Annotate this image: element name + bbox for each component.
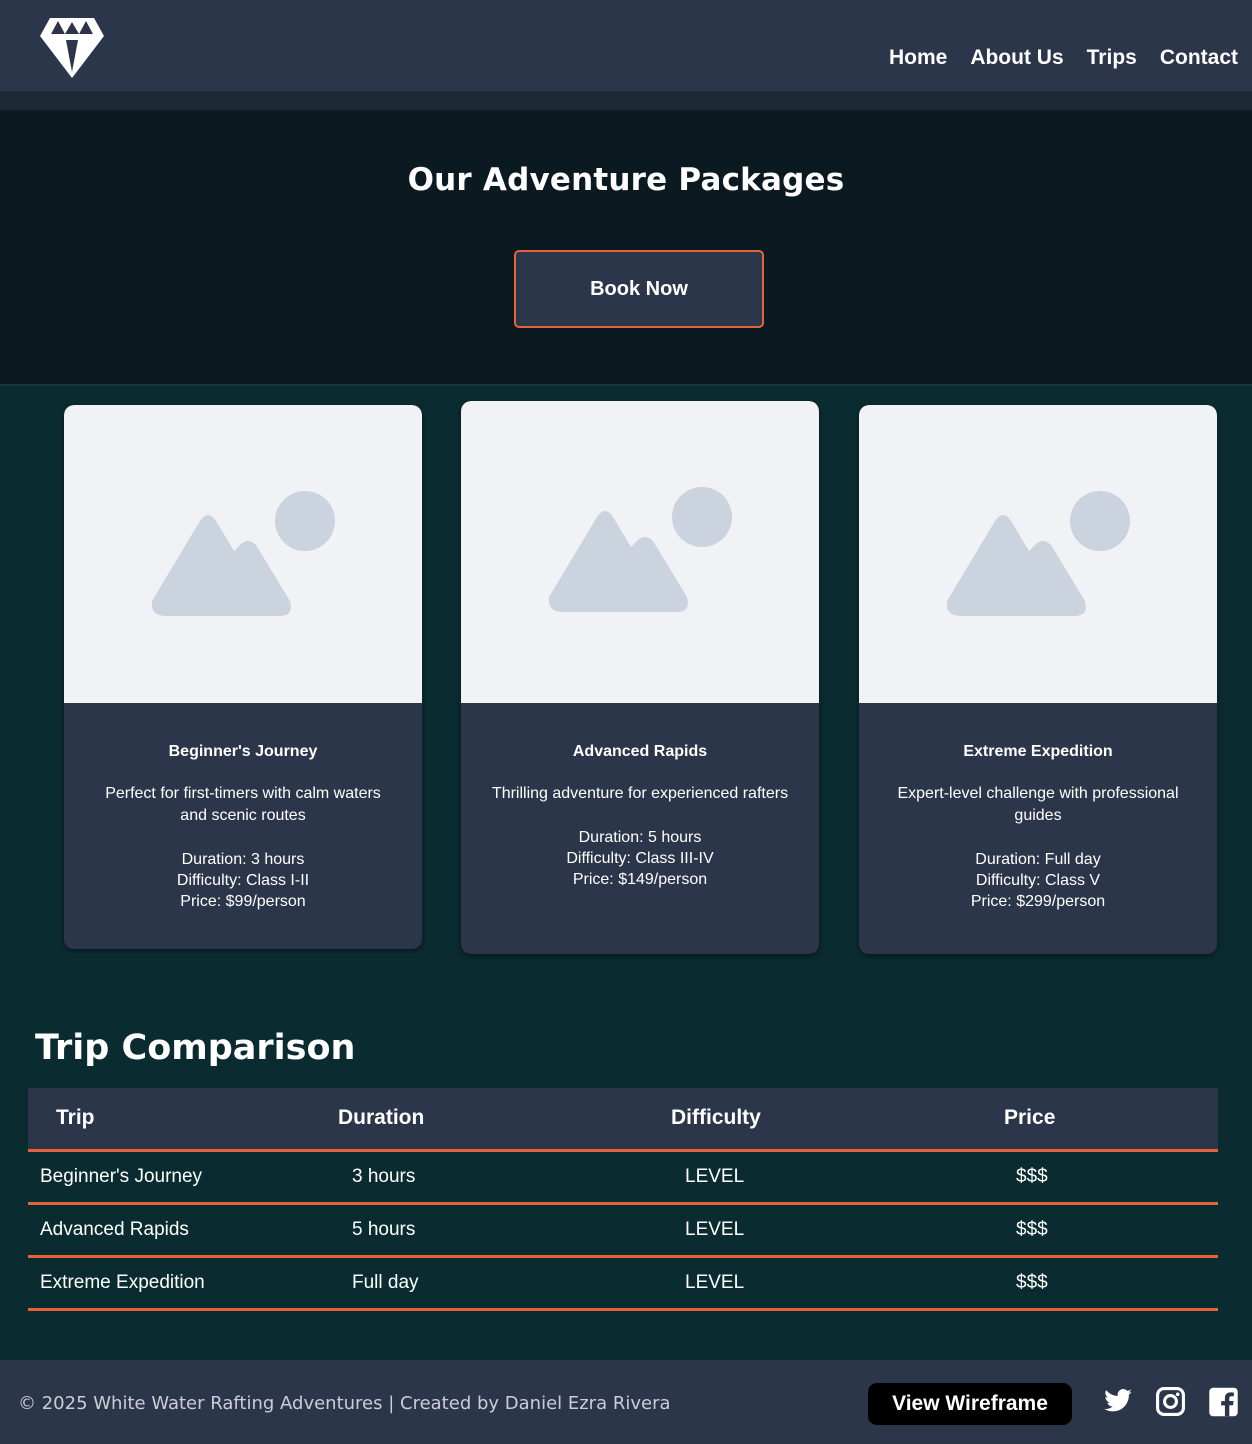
card-description: Perfect for first-timers with calm water… xyxy=(105,785,381,824)
cell-trip: Beginner's Journey xyxy=(28,1150,338,1205)
image-placeholder-icon xyxy=(151,491,335,616)
header-price: Price xyxy=(1004,1088,1218,1152)
cell-difficulty: LEVEL xyxy=(671,1256,1004,1311)
header-trip: Trip xyxy=(28,1088,338,1152)
image-placeholder-icon xyxy=(946,491,1130,616)
card-image-placeholder xyxy=(859,405,1217,703)
site-footer: © 2025 White Water Rafting Adventures | … xyxy=(0,1360,1252,1444)
header-duration: Duration xyxy=(338,1088,671,1152)
header-divider xyxy=(0,90,1252,111)
package-card-beginner[interactable]: Beginner's Journey Perfect for first-tim… xyxy=(64,405,422,949)
card-description: Thrilling adventure for experienced raft… xyxy=(491,785,789,802)
package-card-extreme[interactable]: Extreme Expedition Expert-level challeng… xyxy=(859,405,1217,954)
package-card-advanced[interactable]: Advanced Rapids Thrilling adventure for … xyxy=(461,401,819,954)
nav-about-link[interactable]: About Us xyxy=(970,46,1063,70)
nav-home-link[interactable]: Home xyxy=(889,46,947,70)
card-title: Beginner's Journey xyxy=(168,743,318,760)
card-difficulty: Difficulty: Class V xyxy=(975,872,1101,889)
cell-price: $$$ xyxy=(1004,1256,1218,1311)
table-row: Advanced Rapids 5 hours LEVEL $$$ xyxy=(28,1203,1218,1258)
cell-difficulty: LEVEL xyxy=(671,1150,1004,1205)
diamond-logo-icon[interactable] xyxy=(38,16,106,80)
book-now-button[interactable]: Book Now xyxy=(514,250,764,328)
card-price: Price: $99/person xyxy=(180,893,306,910)
cell-duration: 5 hours xyxy=(338,1203,671,1258)
card-duration: Duration: Full day xyxy=(975,851,1101,868)
card-details: Duration: 5 hours Difficulty: Class III-… xyxy=(461,827,819,890)
comparison-title: Trip Comparison xyxy=(35,1028,356,1068)
card-image-placeholder xyxy=(64,405,422,703)
hero-title: Our Adventure Packages xyxy=(407,162,845,198)
nav-contact-link[interactable]: Contact xyxy=(1160,46,1238,70)
hero-divider xyxy=(0,384,1252,386)
cell-duration: Full day xyxy=(338,1256,671,1311)
card-duration: Duration: 3 hours xyxy=(181,851,305,868)
card-details: Duration: Full day Difficulty: Class V P… xyxy=(859,849,1217,912)
facebook-icon[interactable] xyxy=(1208,1386,1239,1418)
card-description: Expert-level challenge with professional… xyxy=(897,785,1179,824)
table-row: Extreme Expedition Full day LEVEL $$$ xyxy=(28,1256,1218,1311)
view-wireframe-button[interactable]: View Wireframe xyxy=(868,1383,1072,1425)
hero-section: Our Adventure Packages Book Now xyxy=(0,110,1252,384)
comparison-table: Trip Duration Difficulty Price Beginner'… xyxy=(28,1088,1218,1311)
image-placeholder-icon xyxy=(548,487,732,612)
cell-duration: 3 hours xyxy=(338,1150,671,1205)
nav-trips-link[interactable]: Trips xyxy=(1087,46,1137,70)
cell-price: $$$ xyxy=(1004,1203,1218,1258)
card-difficulty: Difficulty: Class I-II xyxy=(176,872,310,889)
table-header-row: Trip Duration Difficulty Price xyxy=(28,1088,1218,1152)
card-duration: Duration: 5 hours xyxy=(578,829,702,846)
card-price: Price: $299/person xyxy=(970,893,1106,910)
cell-difficulty: LEVEL xyxy=(671,1203,1004,1258)
card-difficulty: Difficulty: Class III-IV xyxy=(566,850,714,867)
copyright-text: © 2025 White Water Rafting Adventures | … xyxy=(18,1393,671,1414)
card-image-placeholder xyxy=(461,401,819,703)
card-title: Extreme Expedition xyxy=(963,743,1113,760)
cell-trip: Advanced Rapids xyxy=(28,1203,338,1258)
table-row: Beginner's Journey 3 hours LEVEL $$$ xyxy=(28,1150,1218,1205)
main-nav: Home About Us Trips Contact xyxy=(866,46,1238,70)
card-price: Price: $149/person xyxy=(572,871,708,888)
header-difficulty: Difficulty xyxy=(671,1088,1004,1152)
card-details: Duration: 3 hours Difficulty: Class I-II… xyxy=(64,849,422,912)
site-header: Home About Us Trips Contact xyxy=(0,0,1252,90)
instagram-icon[interactable] xyxy=(1155,1386,1186,1417)
cell-price: $$$ xyxy=(1004,1150,1218,1205)
twitter-icon[interactable] xyxy=(1102,1386,1134,1416)
card-title: Advanced Rapids xyxy=(572,743,708,760)
cell-trip: Extreme Expedition xyxy=(28,1256,338,1311)
